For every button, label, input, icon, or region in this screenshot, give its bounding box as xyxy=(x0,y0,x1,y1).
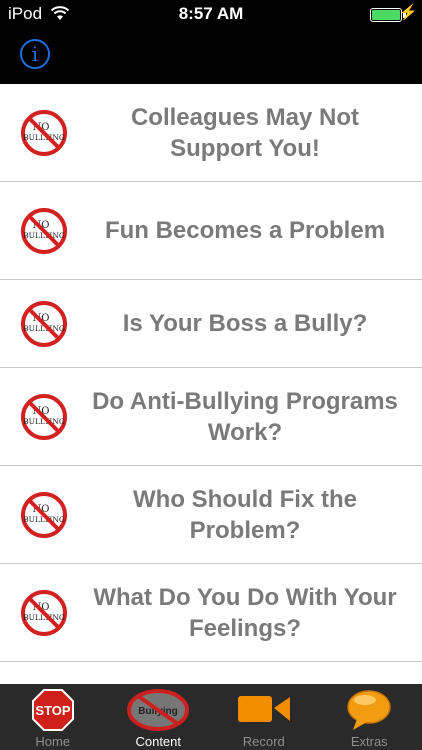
tab-home[interactable]: STOP Home xyxy=(0,684,106,750)
tab-home-label: Home xyxy=(35,734,71,749)
list-item-partial[interactable] xyxy=(0,662,422,684)
stop-sign-text: STOP xyxy=(35,703,70,718)
no-bullying-icon: NOBULLYING xyxy=(21,207,67,254)
video-camera-icon xyxy=(237,696,290,722)
tab-record[interactable]: Record xyxy=(211,684,317,750)
list-item[interactable]: NOBULLYINGWho Should Fix the Problem? xyxy=(0,466,422,564)
tab-extras[interactable]: Extras xyxy=(317,684,422,750)
stop-sign-icon: STOP xyxy=(31,689,74,731)
content-list: NOBULLYINGColleagues May Not Support You… xyxy=(0,84,422,684)
tab-content[interactable]: Bullying Content xyxy=(106,684,212,750)
list-item[interactable]: NOBULLYINGFun Becomes a Problem xyxy=(0,182,422,280)
list-item[interactable]: NOBULLYINGWhat Do You Do With Your Feeli… xyxy=(0,564,422,662)
no-bullying-icon: NOBULLYING xyxy=(21,300,67,347)
tab-extras-label: Extras xyxy=(350,734,388,749)
no-bullying-icon: NOBULLYING xyxy=(21,109,67,156)
battery-icon xyxy=(370,8,402,22)
tab-bar: STOP Home Bullying Content Record Extras xyxy=(0,684,422,750)
list-item[interactable]: NOBULLYINGIs Your Boss a Bully? xyxy=(0,280,422,368)
tab-record-label: Record xyxy=(242,734,285,749)
list-item[interactable]: NOBULLYINGDo Anti-Bullying Programs Work… xyxy=(0,368,422,466)
no-bullying-icon: NOBULLYING xyxy=(21,491,67,538)
info-button[interactable]: i xyxy=(20,39,50,69)
nav-bar: i xyxy=(0,28,422,84)
speech-bubble-icon xyxy=(347,690,391,730)
list-item[interactable]: NOBULLYINGColleagues May Not Support You… xyxy=(0,84,422,182)
no-bullying-icon: NOBULLYING xyxy=(21,589,67,636)
tab-content-label: Content xyxy=(135,734,182,749)
status-time: 8:57 AM xyxy=(178,4,244,23)
no-bullying-icon: Bullying xyxy=(127,689,190,731)
status-bar: iPod 8:57 AM ⚡ xyxy=(0,0,422,28)
charging-bolt-icon: ⚡ xyxy=(399,4,418,21)
no-bullying-icon: NOBULLYING xyxy=(21,393,67,440)
